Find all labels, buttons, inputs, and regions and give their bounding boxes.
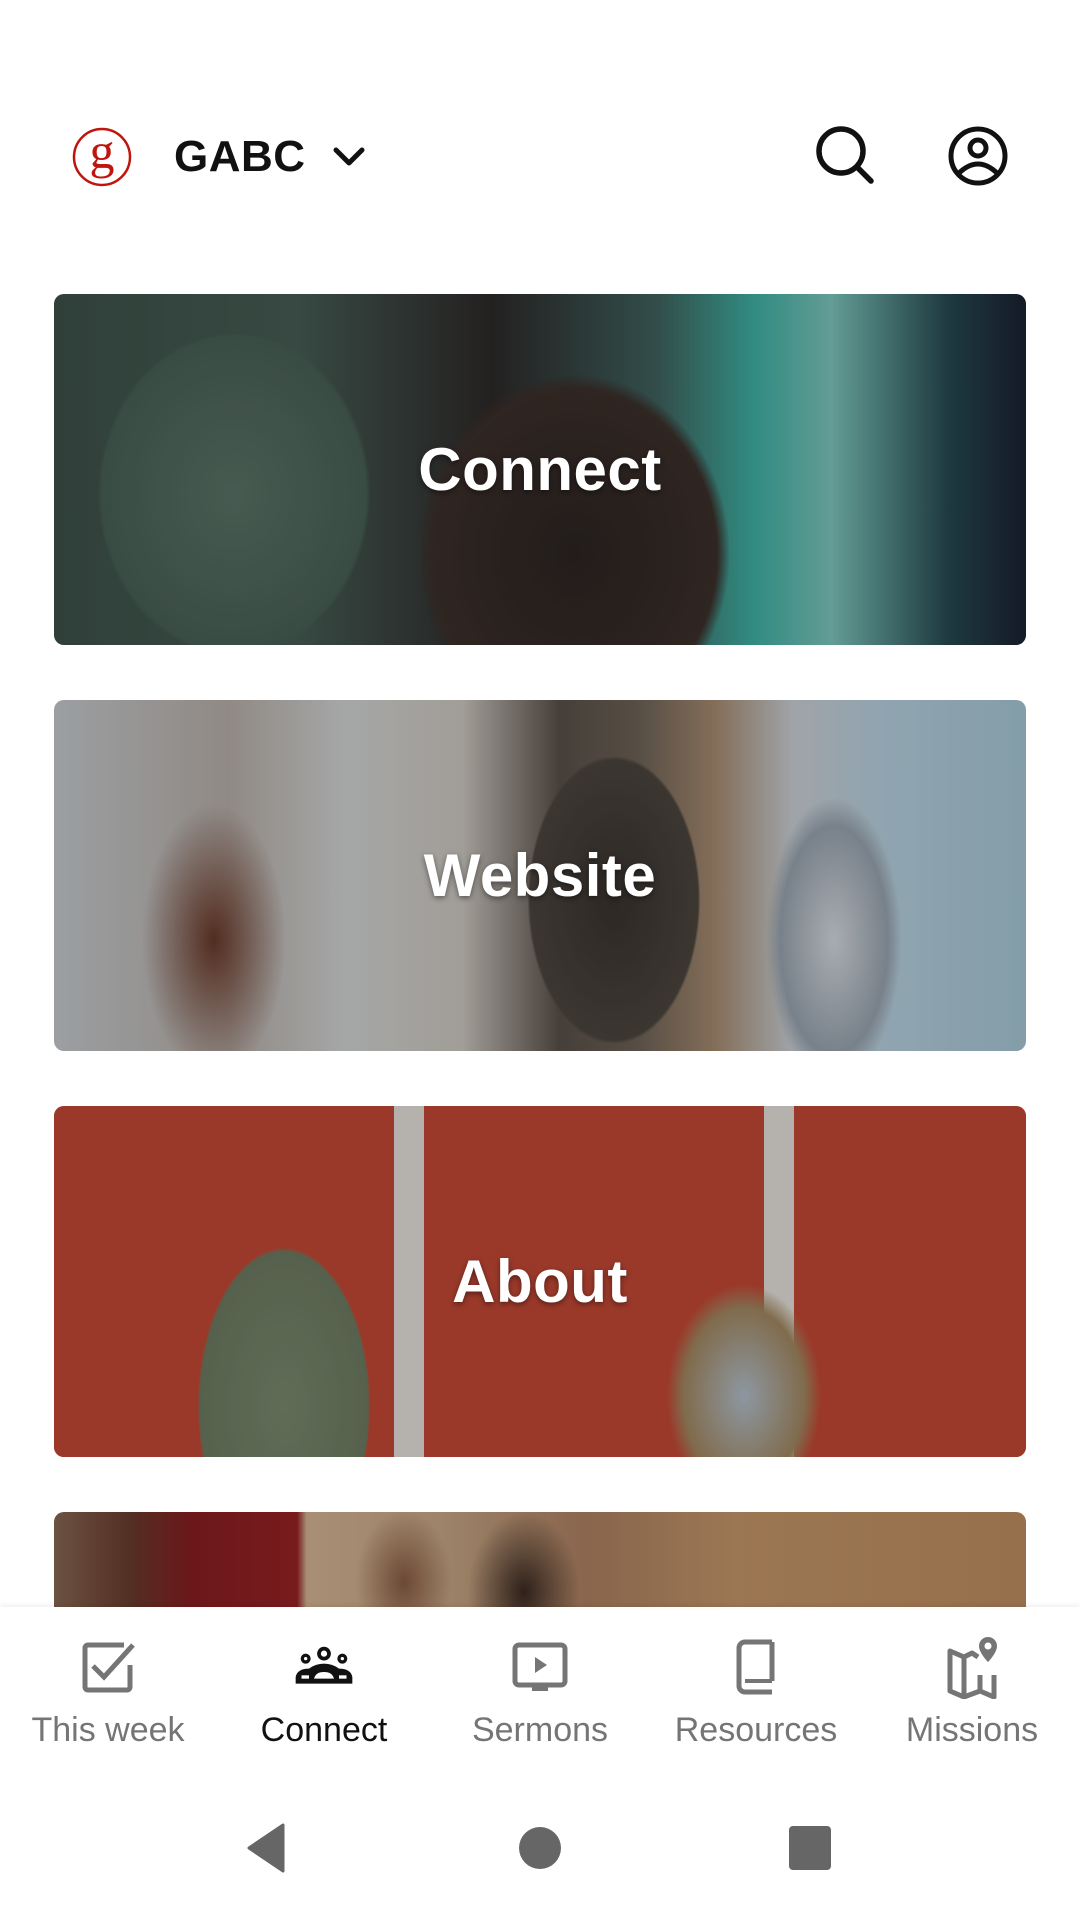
account-circle-icon [948, 126, 1008, 186]
nav-label: Resources [674, 1711, 838, 1749]
profile-button[interactable] [942, 120, 1014, 192]
org-name: GABC [174, 132, 306, 181]
nav-label: Missions [905, 1711, 1039, 1749]
nav-label: Sermons [471, 1711, 609, 1749]
recents-icon [789, 1826, 831, 1870]
system-home-button[interactable] [505, 1817, 575, 1879]
card-title: Connect [418, 436, 662, 503]
card-connect[interactable]: Connect [54, 294, 1026, 645]
system-nav-bar [0, 1777, 1080, 1920]
card-website[interactable]: Website [54, 700, 1026, 1051]
nav-item-this-week[interactable]: This week [0, 1607, 216, 1777]
nav-item-missions[interactable]: Missions [864, 1607, 1080, 1777]
search-button[interactable] [810, 120, 882, 192]
groups-icon [294, 1637, 354, 1697]
nav-label: This week [31, 1711, 185, 1749]
church-logo-icon[interactable]: g [71, 123, 133, 188]
nav-item-sermons[interactable]: Sermons [432, 1607, 648, 1777]
nav-item-connect[interactable]: Connect [216, 1607, 432, 1777]
back-icon [247, 1823, 285, 1873]
bottom-nav: This week Connect Sermons Resources Miss… [0, 1607, 1080, 1777]
book-icon [726, 1637, 786, 1697]
nav-label: Connect [260, 1711, 388, 1749]
search-icon [816, 126, 874, 184]
map-pin-icon [942, 1637, 1002, 1699]
card-title: About [452, 1248, 628, 1315]
system-recents-button[interactable] [775, 1817, 845, 1879]
video-play-icon [510, 1637, 570, 1697]
nav-item-resources[interactable]: Resources [648, 1607, 864, 1777]
app-header: g GABC [0, 0, 1080, 294]
card-about[interactable]: About [54, 1106, 1026, 1457]
logo-letter: g [90, 126, 115, 179]
system-back-button[interactable] [232, 1817, 302, 1879]
home-icon [519, 1827, 561, 1869]
chevron-down-icon [333, 147, 365, 166]
card-title: Website [423, 842, 657, 909]
check-box-icon [78, 1637, 138, 1697]
org-switcher[interactable]: GABC [166, 124, 374, 190]
